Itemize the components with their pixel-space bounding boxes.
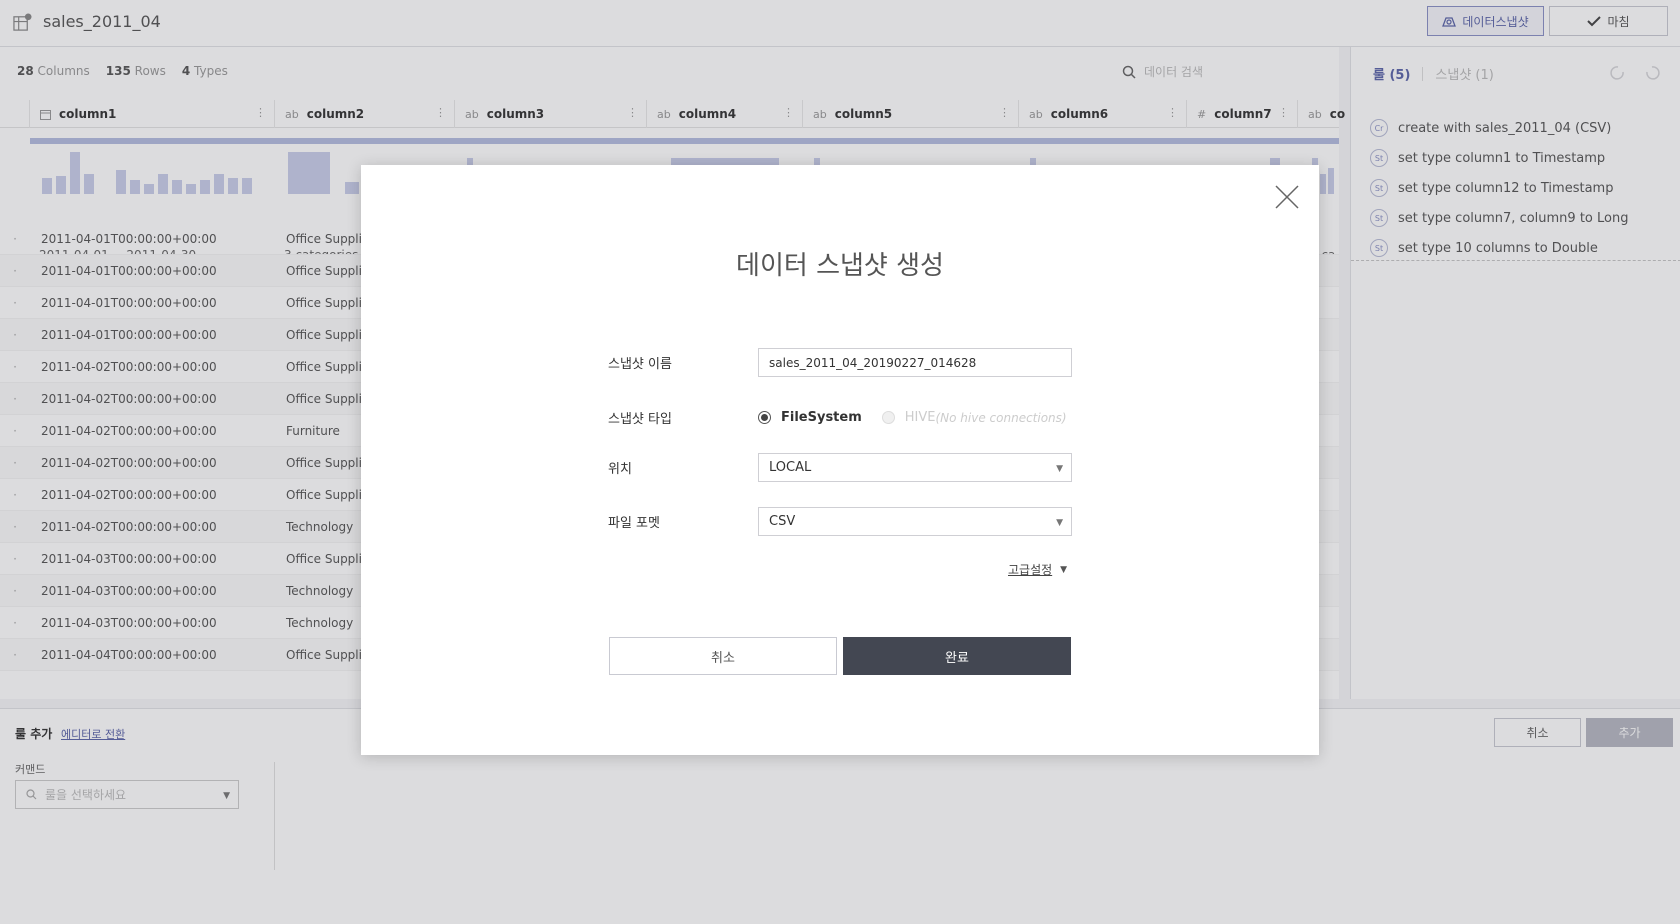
snapshot-name-label: 스냅샷 이름	[608, 357, 672, 372]
advanced-settings-toggle[interactable]: 고급설정 ▼	[1008, 561, 1067, 578]
advanced-settings-label: 고급설정	[1008, 563, 1053, 577]
dialog-cancel-button[interactable]: 취소	[609, 637, 837, 675]
location-value: LOCAL	[769, 460, 812, 475]
close-icon[interactable]	[1273, 183, 1301, 211]
file-format-label: 파일 포멧	[608, 516, 660, 531]
hive-label: HIVE	[904, 410, 936, 425]
location-label: 위치	[608, 462, 632, 477]
filesystem-radio[interactable]	[758, 411, 771, 424]
hive-note: (No hive connections)	[935, 410, 1067, 425]
snapshot-type-row: 스냅샷 타입 FileSystem HIVE (No hive connecti…	[608, 408, 1067, 427]
snapshot-type-label: 스냅샷 타입	[608, 412, 672, 427]
create-snapshot-dialog: 데이터 스냅샷 생성 스냅샷 이름 스냅샷 타입 FileSystem HIVE…	[361, 165, 1319, 755]
file-format-value: CSV	[769, 514, 796, 529]
snapshot-name-input[interactable]	[758, 348, 1072, 377]
caret-down-icon: ▼	[1060, 564, 1068, 575]
filesystem-label[interactable]: FileSystem	[781, 410, 862, 425]
hive-radio	[881, 411, 895, 424]
snapshot-name-row: 스냅샷 이름	[608, 348, 1072, 377]
dialog-done-button[interactable]: 완료	[843, 637, 1071, 675]
snapshot-type-radios: FileSystem HIVE (No hive connections)	[758, 410, 1067, 425]
chevron-down-icon: ▼	[1056, 464, 1063, 474]
chevron-down-icon: ▼	[1056, 518, 1063, 528]
file-format-select[interactable]: CSV ▼	[758, 507, 1072, 536]
file-format-row: 파일 포멧 CSV ▼	[608, 507, 1072, 536]
dialog-title: 데이터 스냅샷 생성	[736, 251, 944, 281]
location-row: 위치 LOCAL ▼	[608, 453, 1072, 482]
location-select[interactable]: LOCAL ▼	[758, 453, 1072, 482]
